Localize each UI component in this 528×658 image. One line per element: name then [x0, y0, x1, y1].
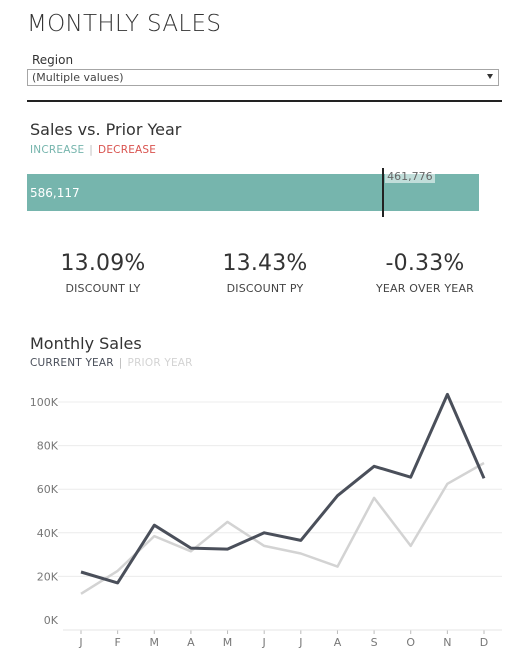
- current-year-point[interactable]: [115, 580, 121, 586]
- kpi-label: DISCOUNT LY: [65, 282, 141, 295]
- dropdown-caret-icon[interactable]: [487, 74, 493, 79]
- current-year-point[interactable]: [188, 545, 194, 551]
- prior-year-point[interactable]: [334, 564, 340, 570]
- kpi-label: YEAR OVER YEAR: [375, 282, 475, 295]
- monthly-sales-line-chart[interactable]: 100K 80K 60K 40K 20K 0K J F M A M J J A S O N D: [0, 380, 528, 658]
- current-year-point[interactable]: [261, 530, 267, 536]
- kpi-value: -0.33%: [385, 251, 465, 276]
- legend-current-year[interactable]: CURRENT YEAR: [30, 357, 114, 369]
- current-year-sales-label: 586,117: [30, 186, 80, 200]
- sales-vs-prior-title: Sales vs. Prior Year: [30, 120, 182, 139]
- kpi-value: 13.43%: [222, 251, 308, 276]
- current-year-point[interactable]: [481, 475, 487, 481]
- x-tick-label: O: [406, 636, 415, 649]
- monthly-sales-title: Monthly Sales: [30, 334, 142, 353]
- region-filter-label: Region: [32, 53, 74, 67]
- prior-year-point[interactable]: [298, 551, 304, 557]
- section-divider: [27, 100, 502, 102]
- current-year-point[interactable]: [408, 474, 414, 480]
- current-year-point[interactable]: [151, 522, 157, 528]
- current-year-point[interactable]: [78, 569, 84, 575]
- x-tick-label: M: [223, 636, 233, 649]
- kpi-value: 13.09%: [60, 251, 146, 276]
- monthly-sales-legend: CURRENT YEAR | PRIOR YEAR: [30, 357, 193, 369]
- x-tick-label: F: [114, 636, 120, 649]
- prior-year-sales-label: 461,776: [385, 170, 435, 183]
- legend-decrease[interactable]: DECREASE: [98, 144, 156, 156]
- current-year-point[interactable]: [334, 493, 340, 499]
- y-tick-label: 40K: [37, 527, 59, 540]
- prior-year-point[interactable]: [78, 591, 84, 597]
- prior-year-series-line[interactable]: [80, 461, 485, 595]
- sales-vs-prior-legend: INCREASE | DECREASE: [30, 144, 156, 156]
- kpi-year-over-year: -0.33% YEAR OVER YEAR: [350, 251, 500, 295]
- region-filter-dropdown[interactable]: (Multiple values): [27, 69, 499, 86]
- y-tick-label: 100K: [30, 396, 59, 409]
- x-tick-label: S: [371, 636, 378, 649]
- prior-year-point[interactable]: [225, 519, 231, 525]
- y-tick-label: 80K: [37, 440, 59, 453]
- kpi-discount-ly: 13.09% DISCOUNT LY: [28, 251, 178, 295]
- legend-separator: |: [118, 357, 123, 369]
- legend-prior-year[interactable]: PRIOR YEAR: [128, 357, 193, 369]
- current-year-point[interactable]: [444, 391, 450, 397]
- prior-year-point[interactable]: [371, 495, 377, 501]
- x-tick-label: N: [443, 636, 451, 649]
- y-tick-label: 60K: [37, 483, 59, 496]
- kpi-discount-py: 13.43% DISCOUNT PY: [190, 251, 340, 295]
- y-tick-label: 0K: [44, 614, 59, 627]
- current-year-point[interactable]: [371, 463, 377, 469]
- x-tick-label: A: [334, 636, 342, 649]
- prior-year-point[interactable]: [151, 533, 157, 539]
- x-tick-label: M: [150, 636, 160, 649]
- prior-year-reference-line[interactable]: [382, 168, 385, 217]
- prior-year-point[interactable]: [261, 543, 267, 549]
- kpi-label: DISCOUNT PY: [226, 282, 304, 295]
- page-title: MONTHLY SALES: [27, 11, 222, 37]
- region-filter-value: (Multiple values): [32, 71, 124, 84]
- prior-year-point[interactable]: [408, 543, 414, 549]
- x-tick-label: D: [480, 636, 488, 649]
- current-year-point[interactable]: [225, 546, 231, 552]
- current-year-series-line[interactable]: [80, 392, 486, 585]
- x-tick-label: J: [298, 636, 302, 649]
- x-tick-label: J: [262, 636, 266, 649]
- prior-year-point[interactable]: [444, 481, 450, 487]
- x-tick-label: J: [78, 636, 82, 649]
- legend-increase[interactable]: INCREASE: [30, 144, 84, 156]
- prior-year-point[interactable]: [115, 568, 121, 574]
- x-tick-label: A: [187, 636, 195, 649]
- prior-year-point[interactable]: [481, 460, 487, 466]
- legend-separator: |: [89, 144, 94, 156]
- current-year-point[interactable]: [298, 537, 304, 543]
- y-tick-label: 20K: [37, 570, 59, 583]
- sales-vs-prior-bar-chart: 586,117 461,776: [27, 168, 479, 217]
